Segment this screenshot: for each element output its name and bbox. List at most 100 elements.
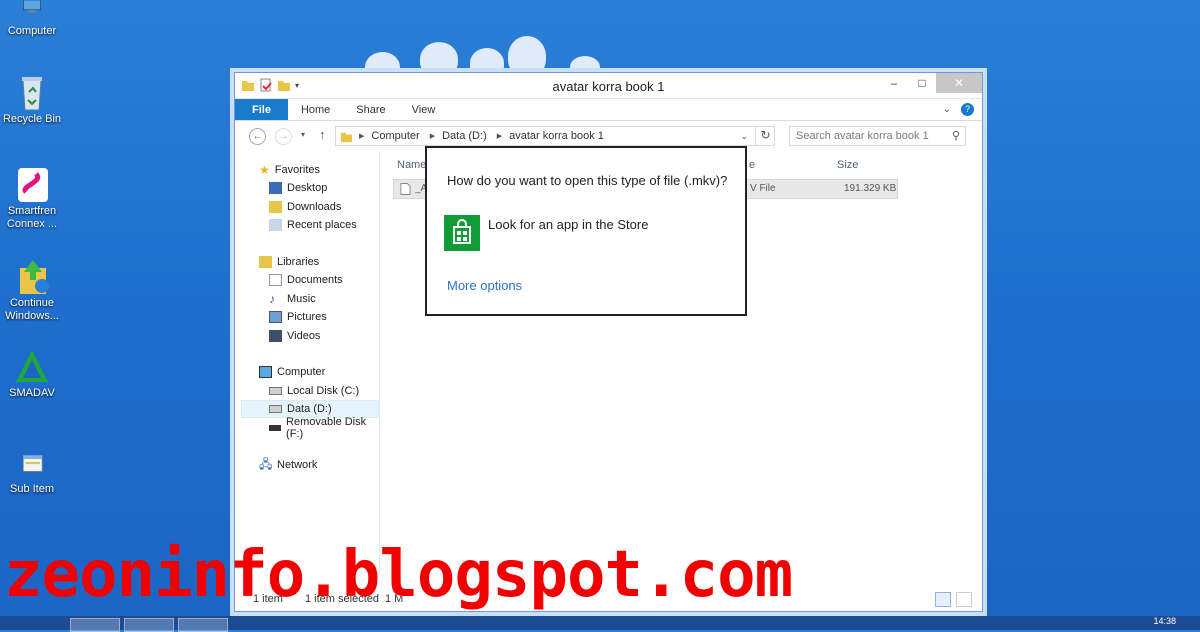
- desktop-icon-label: Computer: [7, 25, 57, 37]
- desktop-icon-sub-item[interactable]: Sub Item: [0, 454, 64, 496]
- nav-label: Removable Disk (F:): [286, 416, 367, 440]
- tab-file[interactable]: File: [235, 99, 288, 120]
- nav-downloads[interactable]: Downloads: [269, 198, 341, 216]
- search-placeholder: Search avatar korra book 1: [796, 130, 929, 142]
- desktop-icon-label: SMADAV: [9, 387, 55, 399]
- ribbon-tabs: File Home Share View ⌄ ?: [235, 99, 982, 121]
- nav-desktop[interactable]: Desktop: [269, 179, 327, 197]
- removable-drive-icon: [269, 425, 282, 431]
- folder-icon: [340, 132, 353, 142]
- desktop-icon-smartfren[interactable]: Smartfren Connex ...: [0, 166, 64, 231]
- dialog-question: How do you want to open this type of fil…: [447, 173, 728, 188]
- address-field[interactable]: ▶ Computer ▶ Data (D:) ▶ avatar korra bo…: [335, 126, 775, 146]
- nav-label: Favorites: [274, 164, 321, 176]
- desktop-icon-recycle-bin[interactable]: Recycle Bin: [0, 74, 64, 126]
- documents-icon: [269, 274, 282, 286]
- tab-view[interactable]: View: [399, 99, 449, 120]
- navigation-pane: ★ Favorites Desktop Downloads Recent pla…: [235, 151, 380, 574]
- nav-label: Recent places: [287, 219, 357, 231]
- nav-label: Computer: [277, 366, 326, 378]
- nav-label: Network: [277, 459, 318, 471]
- breadcrumb-computer[interactable]: Computer: [371, 130, 419, 142]
- music-icon: ♪: [269, 292, 275, 306]
- desktop-icon-computer[interactable]: Computer: [0, 0, 64, 38]
- nav-favorites[interactable]: ★ Favorites: [259, 161, 320, 179]
- recent-locations-icon[interactable]: ▾: [301, 130, 305, 139]
- drive-icon: [269, 387, 282, 395]
- store-icon[interactable]: [444, 215, 480, 251]
- desktop-icon-label: Recycle Bin: [2, 113, 62, 125]
- taskbar: 14:38: [0, 616, 1200, 632]
- open-with-dialog: How do you want to open this type of fil…: [425, 146, 747, 316]
- nav-libraries[interactable]: Libraries: [259, 253, 319, 271]
- up-button[interactable]: ↑: [319, 127, 326, 142]
- file-type: V File: [750, 183, 776, 194]
- network-icon: 🖧: [259, 456, 273, 471]
- nav-label: Music: [287, 293, 316, 305]
- nav-network[interactable]: 🖧 Network: [259, 456, 317, 474]
- expand-ribbon-icon[interactable]: ⌄: [943, 104, 951, 115]
- taskbar-clock[interactable]: 14:38: [1153, 616, 1176, 626]
- breadcrumb-arrow-icon[interactable]: ▶: [497, 132, 502, 140]
- windows-setup-icon: [20, 260, 49, 294]
- ribbon-right-controls: ⌄ ?: [943, 103, 974, 116]
- tab-share[interactable]: Share: [343, 99, 398, 120]
- desktop-icon-continue-windows[interactable]: Continue Windows...: [0, 258, 64, 323]
- close-button[interactable]: ✕: [936, 73, 982, 93]
- videos-icon: [269, 330, 282, 342]
- window-controls: – □ ✕: [880, 73, 982, 93]
- file-icon: [400, 183, 411, 195]
- store-option-label[interactable]: Look for an app in the Store: [488, 217, 648, 232]
- nav-label: Libraries: [277, 256, 320, 268]
- maximize-button[interactable]: □: [908, 73, 936, 93]
- search-icon: ⚲: [951, 130, 960, 142]
- column-header-type[interactable]: e: [749, 159, 755, 171]
- back-button[interactable]: ←: [249, 128, 266, 145]
- computer-icon: [259, 366, 272, 378]
- refresh-button[interactable]: ↻: [755, 126, 775, 146]
- nav-local-disk-c[interactable]: Local Disk (C:): [269, 382, 359, 400]
- breadcrumb-data-d[interactable]: Data (D:): [442, 130, 487, 142]
- nav-removable-disk-f[interactable]: Removable Disk (F:): [269, 416, 379, 440]
- file-size: 191.329 KB: [844, 183, 897, 194]
- recent-places-icon: [269, 219, 282, 231]
- forward-button[interactable]: →: [275, 128, 292, 145]
- chevron-down-icon[interactable]: ⌄: [740, 131, 748, 142]
- smartfren-icon: [18, 168, 48, 202]
- recycle-bin-icon: [22, 77, 42, 110]
- window-title: avatar korra book 1: [552, 79, 665, 94]
- nav-label: Pictures: [287, 311, 327, 323]
- nav-pictures[interactable]: Pictures: [269, 308, 327, 326]
- nav-recent-places[interactable]: Recent places: [269, 216, 357, 234]
- desktop-icon-label: Smartfren Connex ...: [6, 205, 58, 230]
- nav-label: Documents: [287, 274, 343, 286]
- nav-label: Downloads: [287, 201, 342, 213]
- search-input[interactable]: Search avatar korra book 1 ⚲: [789, 126, 966, 146]
- sub-item-icon: [22, 455, 43, 472]
- nav-music[interactable]: ♪ Music: [269, 290, 316, 308]
- nav-documents[interactable]: Documents: [269, 271, 343, 289]
- breadcrumb-arrow-icon[interactable]: ▶: [430, 132, 435, 140]
- breadcrumb-arrow-icon[interactable]: ▶: [359, 132, 364, 140]
- wallpaper-petal: [508, 36, 546, 76]
- desktop-icon-smadav[interactable]: SMADAV: [0, 348, 64, 400]
- details-view-button[interactable]: [935, 592, 951, 607]
- nav-videos[interactable]: Videos: [269, 327, 320, 345]
- desktop-icon: [269, 182, 282, 194]
- tab-home[interactable]: Home: [288, 99, 343, 120]
- nav-label: Videos: [287, 330, 321, 342]
- column-header-size[interactable]: Size: [837, 159, 858, 171]
- title-bar: ▾ avatar korra book 1 – □ ✕: [235, 73, 982, 99]
- breadcrumb-current-folder[interactable]: avatar korra book 1: [509, 130, 604, 142]
- desktop-icon-label: Continue Windows...: [5, 297, 59, 322]
- column-header-name[interactable]: Name: [397, 159, 426, 171]
- help-icon[interactable]: ?: [961, 103, 974, 116]
- nav-label: Local Disk (C:): [287, 385, 360, 397]
- computer-icon: [23, 0, 41, 13]
- nav-computer[interactable]: Computer: [259, 363, 325, 381]
- large-icons-view-button[interactable]: [956, 592, 972, 607]
- desktop-icon-label: Sub Item: [9, 483, 55, 495]
- minimize-button[interactable]: –: [880, 73, 908, 93]
- more-options-link[interactable]: More options: [447, 278, 522, 293]
- store-bag-icon: [453, 219, 471, 244]
